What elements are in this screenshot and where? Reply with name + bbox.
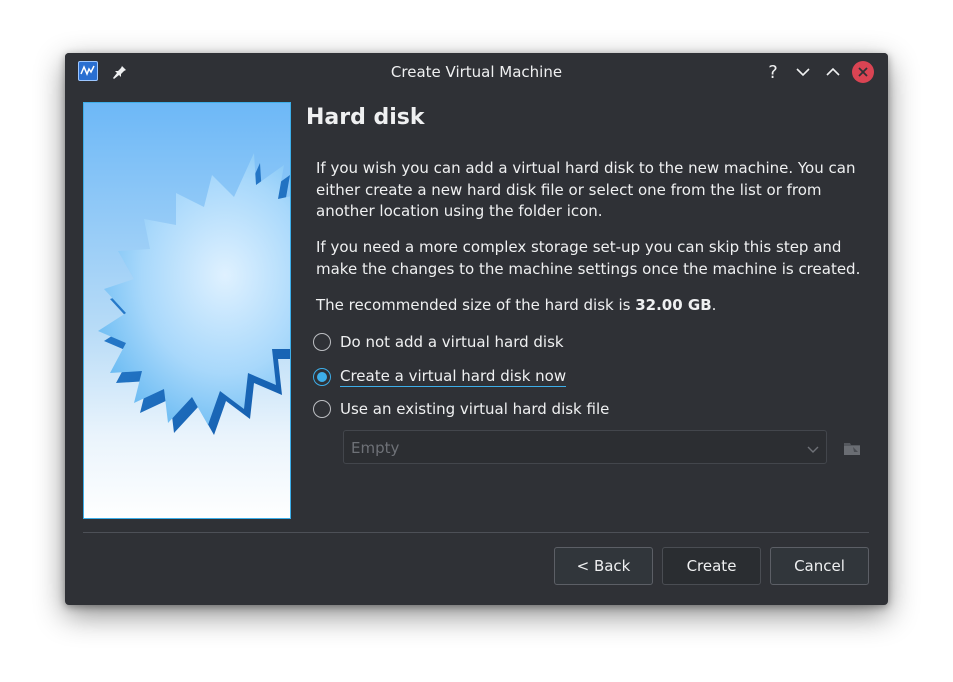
create-button[interactable]: Create (662, 547, 761, 585)
chevron-down-icon[interactable] (792, 61, 814, 83)
radio-button[interactable] (313, 400, 331, 418)
recommended-size-suffix: . (711, 296, 717, 314)
back-button[interactable]: < Back (554, 547, 653, 585)
disk-file-select[interactable]: Empty (343, 430, 827, 464)
recommended-size-text: The recommended size of the hard disk is… (316, 295, 861, 317)
radio-button[interactable] (313, 368, 331, 386)
chevron-up-icon[interactable] (822, 61, 844, 83)
radio-label[interactable]: Create a virtual hard disk now (340, 367, 567, 387)
description-paragraph: If you wish you can add a virtual hard d… (316, 159, 856, 220)
disk-file-select-value: Empty (351, 439, 400, 457)
help-icon[interactable]: ? (762, 61, 784, 83)
svg-text:?: ? (768, 62, 778, 83)
radio-label[interactable]: Do not add a virtual hard disk (340, 333, 564, 351)
radio-existing-disk[interactable]: Use an existing virtual hard disk file (313, 397, 609, 421)
chevron-down-icon (806, 441, 820, 455)
storage-hint-paragraph: If you need a more complex storage set-u… (316, 238, 861, 278)
radio-label[interactable]: Use an existing virtual hard disk file (340, 400, 609, 418)
page-title: Hard disk (306, 105, 425, 130)
radio-create-disk[interactable]: Create a virtual hard disk now (313, 365, 567, 389)
cancel-button[interactable]: Cancel (770, 547, 869, 585)
close-icon[interactable] (852, 61, 874, 83)
title-bar[interactable]: Create Virtual Machine ? (65, 53, 888, 91)
recommended-size-value: 32.00 GB (635, 296, 712, 314)
recommended-size-prefix: The recommended size of the hard disk is (316, 296, 636, 314)
wizard-banner-image (83, 102, 291, 519)
radio-no-disk[interactable]: Do not add a virtual hard disk (313, 330, 564, 354)
create-vm-dialog: Create Virtual Machine ? Hard disk If yo… (65, 53, 888, 605)
divider (83, 532, 869, 533)
radio-button[interactable] (313, 333, 331, 351)
folder-icon[interactable] (842, 438, 862, 458)
